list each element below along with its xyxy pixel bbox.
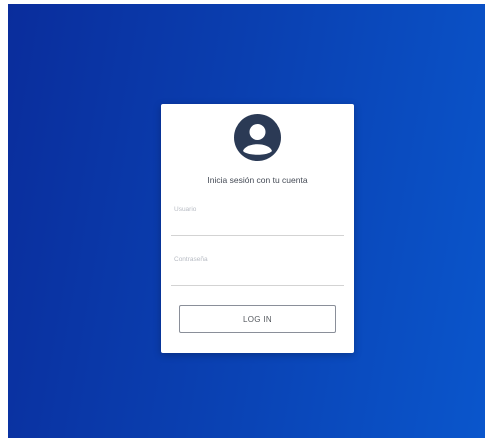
- username-input[interactable]: [171, 205, 344, 236]
- page-background: Inicia sesión con tu cuenta Usuario Cont…: [8, 4, 485, 438]
- user-avatar-icon: [234, 114, 281, 161]
- login-card: Inicia sesión con tu cuenta Usuario Cont…: [161, 104, 354, 353]
- password-input[interactable]: [171, 255, 344, 286]
- login-button[interactable]: LOG IN: [179, 305, 336, 333]
- login-heading: Inicia sesión con tu cuenta: [207, 175, 308, 185]
